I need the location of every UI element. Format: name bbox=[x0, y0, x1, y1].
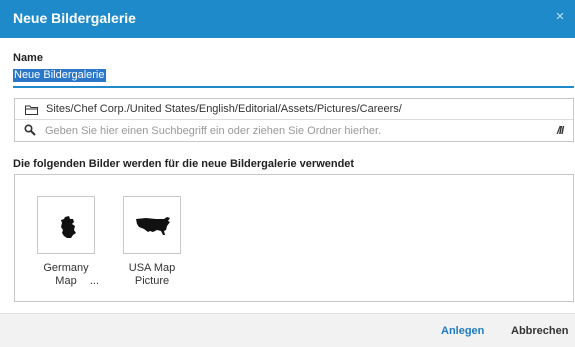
gallery-section-label: Die folgenden Bilder werden für die neue… bbox=[13, 158, 355, 170]
germany-map-icon bbox=[61, 216, 76, 238]
folder-path-row[interactable]: Sites/Chef Corp./United States/English/E… bbox=[15, 99, 573, 120]
caption-line: Germany bbox=[43, 262, 89, 274]
cancel-button[interactable]: Abbrechen bbox=[511, 325, 568, 337]
gallery-item-caption: USA Map Picture bbox=[109, 262, 195, 288]
create-button[interactable]: Anlegen bbox=[441, 325, 484, 337]
caption-ellipsis: ... bbox=[89, 275, 99, 287]
usa-map-icon bbox=[136, 217, 170, 235]
name-label: Name bbox=[13, 52, 43, 64]
caption-line: USA Map bbox=[128, 262, 176, 274]
search-input[interactable] bbox=[45, 123, 545, 139]
gallery-item[interactable]: USA Map Picture bbox=[123, 196, 181, 288]
dialog-title: Neue Bildergalerie bbox=[13, 10, 136, 26]
gallery-box: Germany Map ... USA Map Picture bbox=[14, 174, 574, 302]
thumbnail[interactable] bbox=[37, 196, 95, 254]
tag-filter-icon[interactable]: /ll bbox=[557, 125, 564, 137]
search-row: /ll bbox=[15, 120, 573, 142]
dialog-footer: Anlegen Abbrechen bbox=[0, 313, 575, 347]
folder-search-box: Sites/Chef Corp./United States/English/E… bbox=[14, 98, 574, 142]
caption-line: Map bbox=[55, 275, 77, 287]
folder-icon bbox=[25, 105, 38, 115]
caption-line: Picture bbox=[134, 275, 170, 287]
gallery-item[interactable]: Germany Map ... bbox=[37, 196, 99, 288]
close-icon[interactable]: × bbox=[553, 9, 567, 24]
dialog-titlebar: Neue Bildergalerie × bbox=[0, 0, 575, 38]
name-input-value[interactable]: Neue Bildergalerie bbox=[13, 69, 106, 82]
gallery-item-caption: Germany Map ... bbox=[23, 262, 109, 288]
thumbnail[interactable] bbox=[123, 196, 181, 254]
search-icon bbox=[24, 124, 36, 136]
folder-path: Sites/Chef Corp./United States/English/E… bbox=[46, 103, 402, 115]
